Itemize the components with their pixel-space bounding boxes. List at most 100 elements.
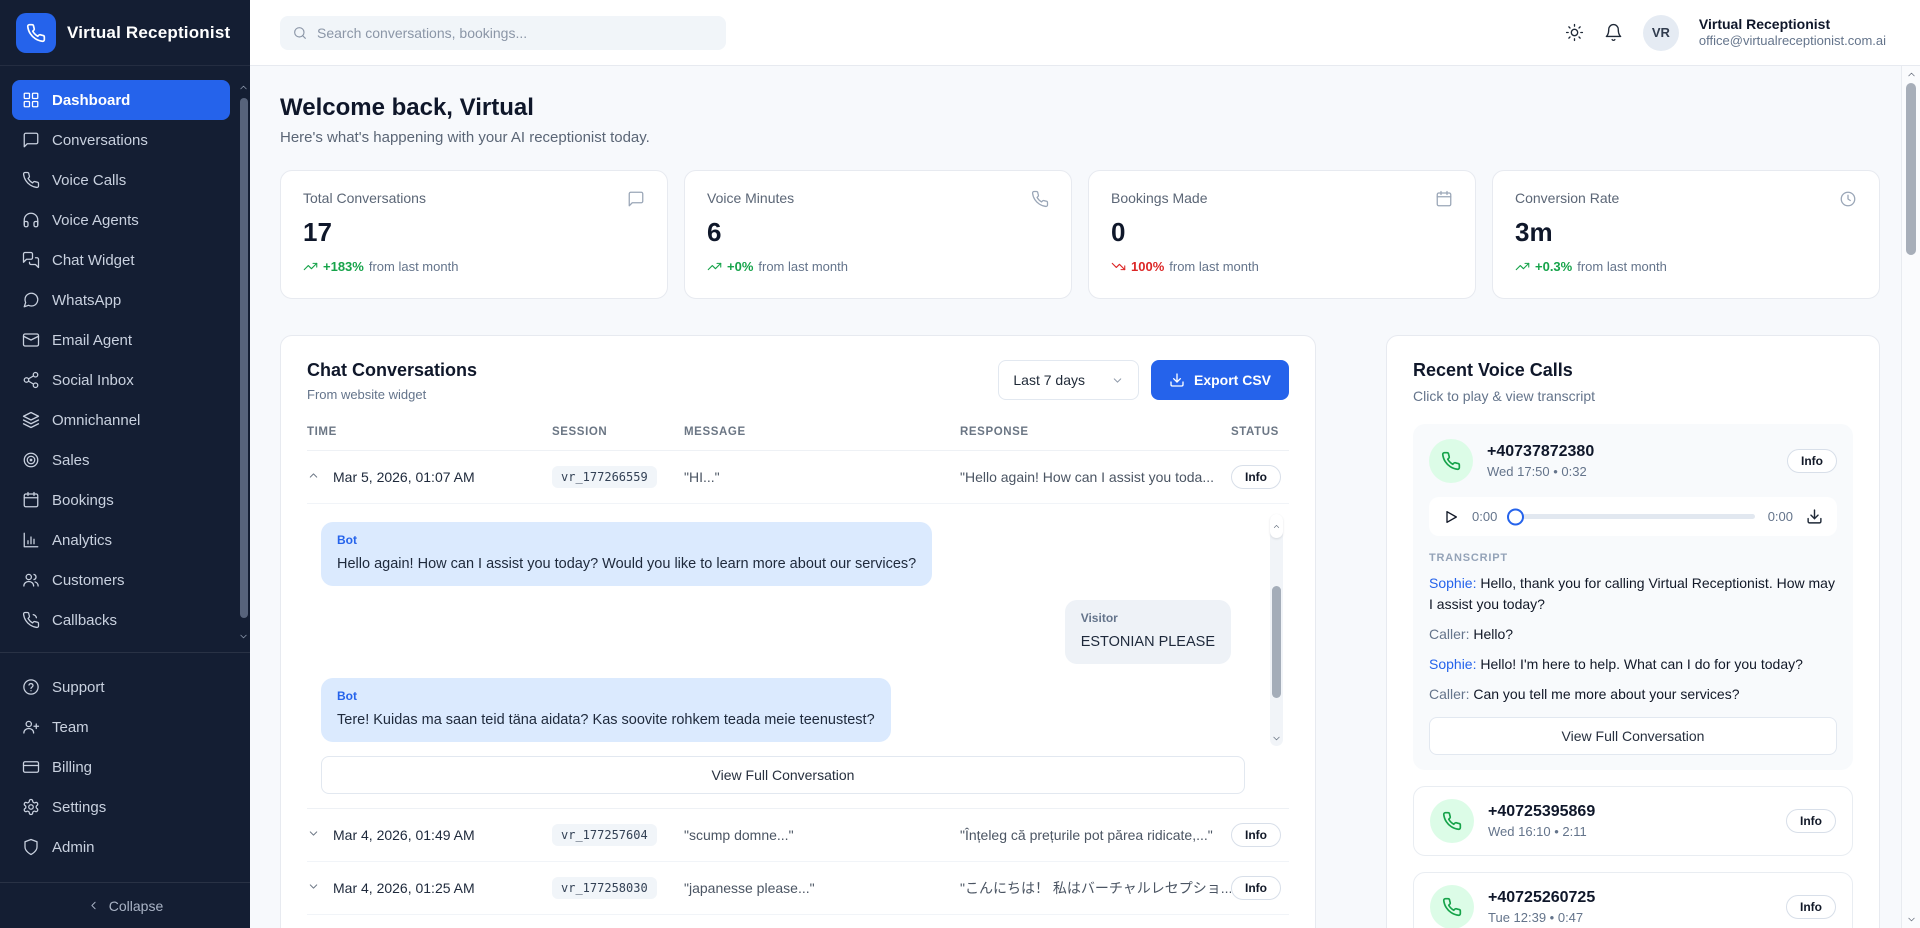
collapse-sidebar-button[interactable]: Collapse [0,882,250,928]
table-row[interactable]: Mar 4, 2026, 01:49 AM vr_177257604 "scum… [307,809,1289,862]
collapse-row-toggle[interactable] [307,469,320,485]
player-current-time: 0:00 [1472,509,1497,524]
page-subtitle: Here's what's happening with your AI rec… [280,129,1880,146]
sidebar-item-label: Omnichannel [52,412,140,429]
download-icon [1169,372,1185,388]
call-avatar [1430,885,1474,928]
expand-row-toggle[interactable] [307,827,320,843]
scroll-up-button[interactable] [1270,514,1283,538]
info-badge[interactable]: Info [1231,465,1281,489]
chat-conversations-panel: Chat Conversations From website widget L… [280,335,1316,928]
page-scrollbar-thumb[interactable] [1906,83,1916,255]
sidebar-item-settings[interactable]: Settings [12,787,230,827]
sidebar-item-billing[interactable]: Billing [12,747,230,787]
download-recording-button[interactable] [1806,508,1823,525]
user-plus-icon [22,718,40,736]
share-icon [22,371,40,389]
gear-icon [22,798,40,816]
conversation-scrollbar[interactable] [1270,514,1283,746]
user-avatar[interactable]: VR [1643,15,1679,51]
topbar: VR Virtual Receptionist office@virtualre… [250,0,1920,66]
bubble-text: Tere! Kuidas ma saan teid täna aidata? K… [337,710,875,730]
sidebar: Virtual Receptionist Dashboard Conversat… [0,0,250,928]
mail-icon [22,331,40,349]
sidebar-scrollbar-thumb[interactable] [240,98,248,618]
sidebar-scrollbar[interactable] [238,82,249,642]
date-range-select[interactable]: Last 7 days [998,360,1139,400]
headphones-icon [22,211,40,229]
scroll-down-button[interactable] [1271,733,1282,744]
table-row[interactable]: Mar 4, 2026, 01:25 AM vr_177258030 "japa… [307,862,1289,915]
phone-icon [1031,190,1049,208]
stat-delta-suffix: from last month [758,259,848,274]
page-title: Welcome back, Virtual [280,94,1880,122]
sidebar-item-team[interactable]: Team [12,707,230,747]
notifications-button[interactable] [1604,23,1623,42]
bubble-speaker: Bot [337,688,875,705]
sidebar-item-bookings[interactable]: Bookings [12,480,230,520]
column-header-status: STATUS [1231,426,1289,438]
export-csv-button[interactable]: Export CSV [1151,360,1289,400]
chevron-up-icon [307,469,320,482]
expand-row-toggle[interactable] [307,880,320,896]
sidebar-item-dashboard[interactable]: Dashboard [12,80,230,120]
table-row[interactable]: Mar 4, 2026, 01:14 AM vr_177257662 "ce p… [307,915,1289,928]
stat-card-bookings-made: Bookings Made 0 100% from last month [1088,170,1476,299]
search-input[interactable] [317,25,714,41]
voice-call-card[interactable]: +40725260725 Tue 12:39 • 0:47 Info [1413,872,1853,928]
sidebar-item-label: Support [52,679,105,696]
panels-row: Chat Conversations From website widget L… [280,335,1880,928]
user-info[interactable]: Virtual Receptionist office@virtualrecep… [1699,15,1890,50]
sidebar-item-callbacks[interactable]: Callbacks [12,600,230,640]
sidebar-item-customers[interactable]: Customers [12,560,230,600]
player-seek-bar[interactable] [1510,514,1754,519]
sidebar-item-email-agent[interactable]: Email Agent [12,320,230,360]
brand-name: Virtual Receptionist [67,23,230,43]
sidebar-item-support[interactable]: Support [12,667,230,707]
search-box[interactable] [280,16,726,50]
page-scrollbar[interactable] [1901,66,1920,928]
credit-card-icon [22,758,40,776]
voice-call-card[interactable]: +40725395869 Wed 16:10 • 2:11 Info [1413,786,1853,856]
sidebar-item-conversations[interactable]: Conversations [12,120,230,160]
table-row[interactable]: Mar 5, 2026, 01:07 AM vr_177266559 "HI..… [307,451,1289,504]
info-badge[interactable]: Info [1786,895,1836,919]
sidebar-item-chat-widget[interactable]: Chat Widget [12,240,230,280]
sidebar-item-voice-agents[interactable]: Voice Agents [12,200,230,240]
sidebar-item-omnichannel[interactable]: Omnichannel [12,400,230,440]
audio-player: 0:00 0:00 [1429,497,1837,536]
row-response: "Hello again! How can I assist you toda.… [960,469,1231,485]
voice-call-card-expanded[interactable]: +40737872380 Wed 17:50 • 0:32 Info 0:00 [1413,424,1853,770]
sidebar-item-analytics[interactable]: Analytics [12,520,230,560]
sidebar-item-social-inbox[interactable]: Social Inbox [12,360,230,400]
info-badge[interactable]: Info [1231,823,1281,847]
theme-toggle-button[interactable] [1565,23,1584,42]
sidebar-item-admin[interactable]: Admin [12,827,230,867]
view-full-conversation-button[interactable]: View Full Conversation [1429,717,1837,755]
info-badge[interactable]: Info [1231,876,1281,900]
play-button[interactable] [1443,509,1459,525]
scroll-down-arrow-icon [1906,914,1917,925]
row-message: "HI..." [684,469,960,485]
row-message: "scump domne..." [684,827,960,843]
sidebar-item-label: Sales [52,452,90,469]
info-badge[interactable]: Info [1786,809,1836,833]
column-header-session: SESSION [552,426,684,438]
view-full-conversation-button[interactable]: View Full Conversation [321,756,1245,794]
column-header-response: RESPONSE [960,426,1231,438]
stat-label: Conversion Rate [1515,190,1619,206]
sidebar-item-voice-calls[interactable]: Voice Calls [12,160,230,200]
sidebar-item-whatsapp[interactable]: WhatsApp [12,280,230,320]
player-seek-handle[interactable] [1507,508,1524,525]
messages-icon [22,251,40,269]
info-badge[interactable]: Info [1787,449,1837,473]
stat-label: Total Conversations [303,190,426,206]
chat-bubble-visitor: Visitor ESTONIAN PLEASE [1065,600,1231,664]
users-icon [22,571,40,589]
row-time: Mar 5, 2026, 01:07 AM [333,469,475,485]
topbar-actions: VR Virtual Receptionist office@virtualre… [1565,15,1890,51]
grid-icon [22,91,40,109]
conversation-scrollbar-thumb[interactable] [1272,586,1281,698]
sidebar-item-sales[interactable]: Sales [12,440,230,480]
user-name: Virtual Receptionist [1699,15,1886,33]
